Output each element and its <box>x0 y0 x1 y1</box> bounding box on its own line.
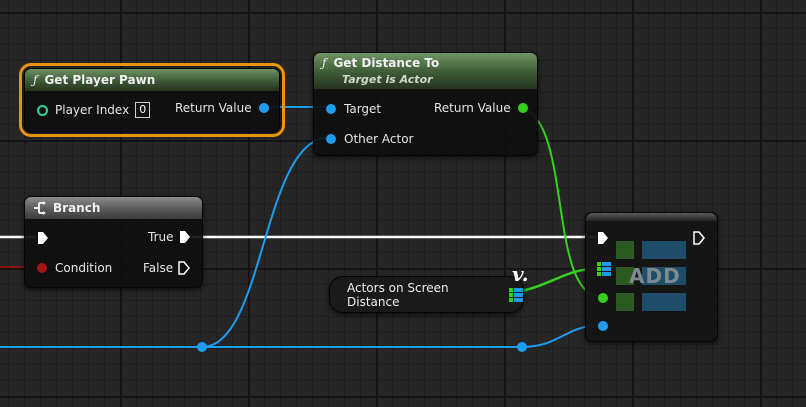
array-add-node[interactable]: ADD <box>585 212 718 342</box>
exec-pin-icon[interactable] <box>179 230 191 244</box>
array-pin-icon[interactable] <box>597 262 611 276</box>
node-title: Get Distance To <box>333 56 440 70</box>
get-player-pawn-node[interactable]: ƒ Get Player Pawn Player Index 0 Return … <box>19 63 285 137</box>
branch-node[interactable]: Branch Condition True False <box>24 196 203 288</box>
player-index-input[interactable]: 0 <box>135 102 151 118</box>
bool-pin-icon[interactable] <box>37 263 47 273</box>
float-pin-icon[interactable] <box>598 293 608 303</box>
get-distance-to-node[interactable]: ƒ Get Distance To Target is Actor Target… <box>313 52 538 156</box>
exec-pin-icon[interactable] <box>178 261 191 275</box>
node-subtitle: Target is Actor <box>342 73 433 86</box>
node-title: Branch <box>53 201 101 215</box>
true-pin-row: True <box>148 230 191 244</box>
return-value-pin-row: Return Value <box>434 101 528 115</box>
exec-in-pin-icon[interactable] <box>597 231 609 245</box>
function-icon: ƒ <box>322 56 327 70</box>
target-pin-row: Target <box>326 102 381 116</box>
pin-label: Player Index <box>55 103 130 117</box>
reroute-node[interactable] <box>197 342 207 352</box>
get-distance-to-header[interactable]: ƒ Get Distance To Target is Actor <box>314 53 537 89</box>
exec-in-pin-row <box>37 231 49 245</box>
false-pin-row: False <box>143 261 191 275</box>
branch-header[interactable]: Branch <box>25 197 202 219</box>
other-actor-pin-row: Other Actor <box>326 132 413 146</box>
add-node-title: ADD <box>629 264 681 288</box>
object-pin-icon[interactable] <box>326 104 336 114</box>
float-pin-icon[interactable] <box>517 103 528 113</box>
get-player-pawn-header[interactable]: ƒ Get Player Pawn <box>25 69 279 91</box>
pin-label: Condition <box>55 261 113 275</box>
player-index-pin-row: Player Index 0 <box>37 102 151 118</box>
pin-label: False <box>143 261 174 275</box>
pin-label: True <box>148 230 174 244</box>
pin-label: Target <box>344 102 382 116</box>
object-pin-icon[interactable] <box>258 103 269 113</box>
blueprint-graph-canvas[interactable]: ƒ Get Player Pawn Player Index 0 Return … <box>0 0 806 407</box>
object-pin-icon[interactable] <box>326 134 336 144</box>
node-title: Get Player Pawn <box>44 73 156 87</box>
pin-label: Return Value <box>434 101 511 115</box>
object-wire-reroute-chain <box>202 324 604 348</box>
exec-pin-icon[interactable] <box>37 231 49 245</box>
condition-pin-row: Condition <box>37 261 112 275</box>
reroute-node[interactable] <box>517 342 527 352</box>
object-pin-icon[interactable] <box>598 321 608 331</box>
variable-label: Actors on Screen Distance <box>347 280 449 309</box>
int-pin-icon[interactable] <box>37 104 48 116</box>
return-value-pin-row: Return Value <box>175 101 269 115</box>
function-icon: ƒ <box>33 73 38 87</box>
branch-icon <box>34 201 46 215</box>
array-pin-icon[interactable] <box>509 287 523 302</box>
exec-out-pin-icon[interactable] <box>693 231 705 245</box>
actors-on-screen-distance-variable-node[interactable]: Actors on Screen Distance <box>329 276 524 313</box>
variable-badge: v. <box>512 262 529 286</box>
add-node-header-strip <box>586 213 717 221</box>
pin-label: Other Actor <box>344 132 414 146</box>
pin-label: Return Value <box>175 101 252 115</box>
